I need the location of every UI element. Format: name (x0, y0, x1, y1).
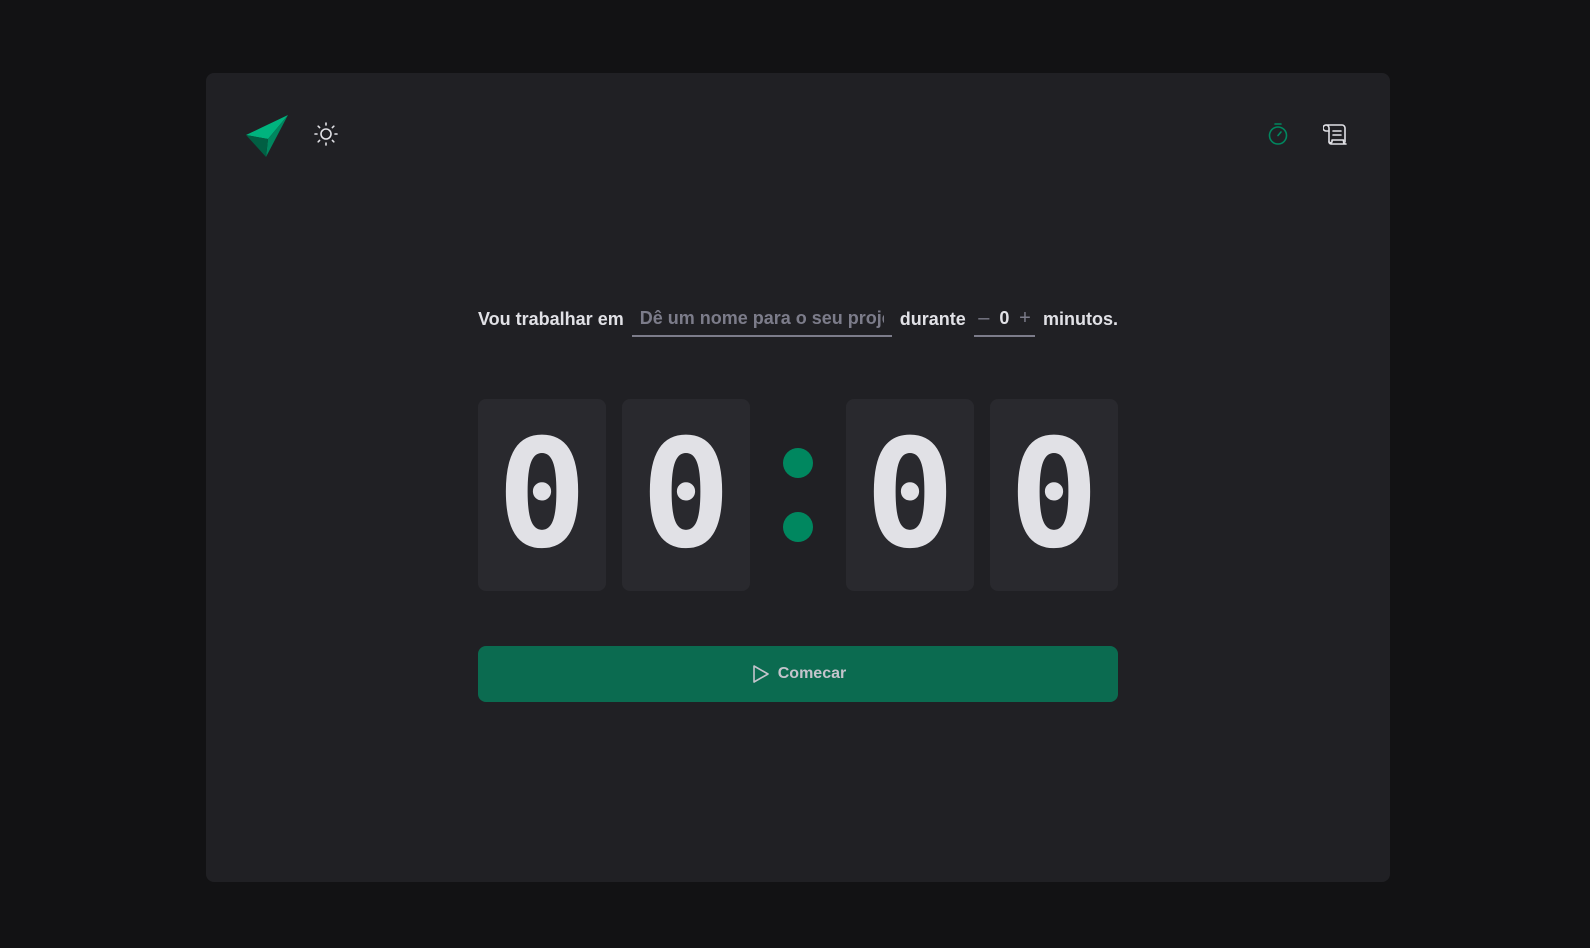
countdown-display: 0 0 0 0 (478, 399, 1118, 591)
duration-label: durante (899, 308, 966, 329)
countdown-separator (750, 399, 846, 591)
minutes-value[interactable]: 0 (999, 308, 1009, 329)
timer-icon (1266, 122, 1290, 151)
header (244, 113, 1352, 159)
separator-dot-top (783, 448, 813, 478)
minutes-tens-digit: 0 (478, 399, 606, 591)
task-form: Vou trabalhar em durante – 0 + minutos. (478, 301, 1118, 337)
minutes-stepper[interactable]: – 0 + (973, 301, 1035, 337)
separator-dot-bottom (783, 512, 813, 542)
start-button-label: Comecar (777, 665, 847, 682)
nav-history-button[interactable] (1320, 120, 1352, 152)
task-label: Vou trabalhar em (478, 308, 624, 329)
header-nav (1262, 120, 1352, 152)
minutes-units-digit: 0 (622, 399, 750, 591)
increase-minutes-button[interactable]: + (1017, 308, 1033, 328)
paper-plane-logo-icon (244, 113, 290, 159)
decrease-minutes-button[interactable]: – (976, 308, 992, 328)
sun-icon (314, 121, 338, 151)
theme-toggle-button[interactable] (310, 120, 342, 152)
header-left (244, 113, 342, 159)
play-icon (750, 664, 770, 684)
unit-label: minutos. (1043, 308, 1118, 329)
seconds-units-digit: 0 (990, 399, 1118, 591)
start-button[interactable]: Comecar (478, 646, 1118, 702)
seconds-tens-digit: 0 (846, 399, 974, 591)
nav-timer-button[interactable] (1262, 120, 1294, 152)
history-scroll-icon (1322, 122, 1349, 151)
project-name-input[interactable] (631, 301, 892, 337)
main-card: Vou trabalhar em durante – 0 + minutos. … (206, 73, 1390, 882)
